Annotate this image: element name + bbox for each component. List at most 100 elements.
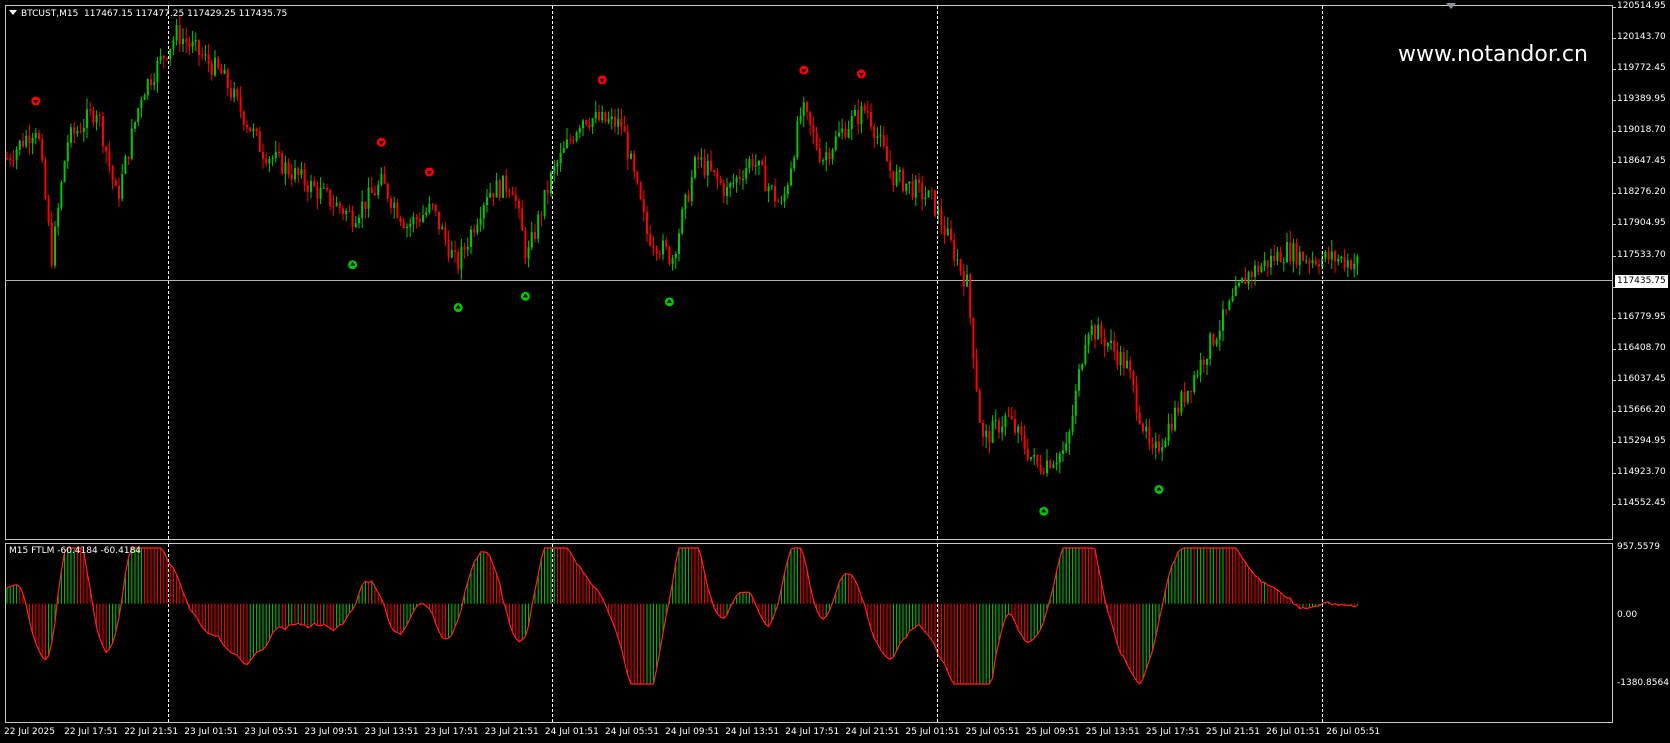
candle-body xyxy=(268,158,271,164)
candle-body xyxy=(610,116,613,120)
candle-body xyxy=(303,169,306,186)
candle-body xyxy=(57,207,60,227)
candle-body xyxy=(761,160,764,166)
candle-body xyxy=(1298,251,1301,265)
candle-body xyxy=(527,247,530,259)
candle-body xyxy=(41,138,44,161)
chart-title: BTCUST,M15 117467.15 117477.25 117429.25… xyxy=(9,9,287,19)
dropdown-triangle-icon[interactable] xyxy=(9,10,17,15)
candle-body xyxy=(329,189,332,207)
candle-body xyxy=(434,204,437,212)
candle-body xyxy=(1142,423,1144,432)
candle-body xyxy=(1212,333,1215,345)
candle-body xyxy=(774,185,776,202)
candle-body xyxy=(639,182,642,200)
indicator-axis-label: 957.5579 xyxy=(1617,542,1660,552)
candle-body xyxy=(706,160,709,176)
time-axis-label: 23 Jul 05:51 xyxy=(244,727,299,737)
time-axis-label: 23 Jul 13:51 xyxy=(364,727,419,737)
candle-body xyxy=(505,175,508,192)
candle-body xyxy=(1106,343,1109,347)
candle-body xyxy=(1260,266,1263,273)
candle-body xyxy=(140,100,143,109)
time-axis-label: 23 Jul 21:51 xyxy=(484,727,539,737)
candle-body xyxy=(684,194,687,210)
candle-body xyxy=(572,140,575,142)
candle-body xyxy=(614,116,616,127)
buy-arrow-icon xyxy=(664,297,674,307)
candle-body xyxy=(876,136,879,138)
candle-body xyxy=(617,118,620,127)
time-axis-label: 26 Jul 01:51 xyxy=(1266,727,1321,737)
candle-body xyxy=(450,250,453,258)
candle-body xyxy=(265,158,268,164)
candle-body xyxy=(1036,454,1039,465)
candle-body xyxy=(150,79,152,86)
candle-body xyxy=(1292,243,1295,262)
candle-body xyxy=(54,226,56,266)
candle-body xyxy=(601,111,604,121)
candle-body xyxy=(502,175,504,198)
candle-body xyxy=(25,135,28,147)
candle-body xyxy=(895,171,898,186)
candle-body xyxy=(1199,359,1202,375)
candle-body xyxy=(998,420,1000,433)
candle-body xyxy=(438,211,440,230)
candle-body xyxy=(492,192,495,198)
candle-body xyxy=(18,140,21,150)
candle-body xyxy=(1026,448,1029,460)
candle-body xyxy=(562,147,565,153)
candle-body xyxy=(806,102,808,112)
candle-body xyxy=(908,181,911,184)
chart-window[interactable]: BTCUST,M15 117467.15 117477.25 117429.25… xyxy=(0,0,1670,743)
candle-body xyxy=(649,233,652,246)
candle-body xyxy=(1218,330,1221,340)
buy-arrow-icon xyxy=(1154,484,1164,494)
candle-body xyxy=(838,132,840,137)
candle-body xyxy=(172,40,175,49)
candle-body xyxy=(1318,264,1320,267)
candle-body xyxy=(258,131,261,152)
candle-body xyxy=(732,182,735,184)
candle-body xyxy=(1356,256,1359,264)
candle-body xyxy=(1177,407,1180,413)
candle-body xyxy=(578,128,581,133)
candle-body xyxy=(879,135,882,137)
candle-body xyxy=(297,168,300,175)
candle-body xyxy=(754,165,757,167)
candle-body xyxy=(354,223,357,227)
candle-body xyxy=(1295,243,1298,265)
candle-body xyxy=(332,206,335,208)
time-axis-label: 25 Jul 21:51 xyxy=(1206,727,1260,737)
time-axis-label: 23 Jul 01:51 xyxy=(184,727,239,737)
candle-body xyxy=(1228,301,1231,310)
time-axis-label: 26 Jul 05:51 xyxy=(1326,727,1381,737)
candle-body xyxy=(425,212,428,216)
candle-body xyxy=(697,157,700,160)
candle-body xyxy=(969,274,972,318)
candle-body xyxy=(1270,255,1272,268)
candle-body xyxy=(1241,277,1244,283)
price-axis-tick xyxy=(1612,100,1616,102)
sell-arrow-icon xyxy=(31,96,41,106)
candle-body xyxy=(92,110,95,123)
candle-body xyxy=(70,127,72,143)
candle-body xyxy=(642,199,645,212)
price-axis-tick xyxy=(1612,472,1616,474)
buy-arrow-icon xyxy=(453,303,463,313)
candle-body xyxy=(847,128,850,138)
buy-arrow-icon xyxy=(348,260,358,270)
candle-body xyxy=(722,183,725,196)
candle-body xyxy=(735,177,738,183)
candle-body xyxy=(34,133,37,139)
candle-body xyxy=(422,215,424,222)
candle-body xyxy=(636,171,639,183)
candle-body xyxy=(1327,251,1330,260)
candle-body xyxy=(217,57,220,68)
candle-body xyxy=(185,38,188,43)
candle-body xyxy=(671,258,674,264)
candle-body xyxy=(1314,260,1317,265)
candle-body xyxy=(364,201,367,209)
candle-body xyxy=(889,161,892,172)
candle-body xyxy=(98,114,101,116)
